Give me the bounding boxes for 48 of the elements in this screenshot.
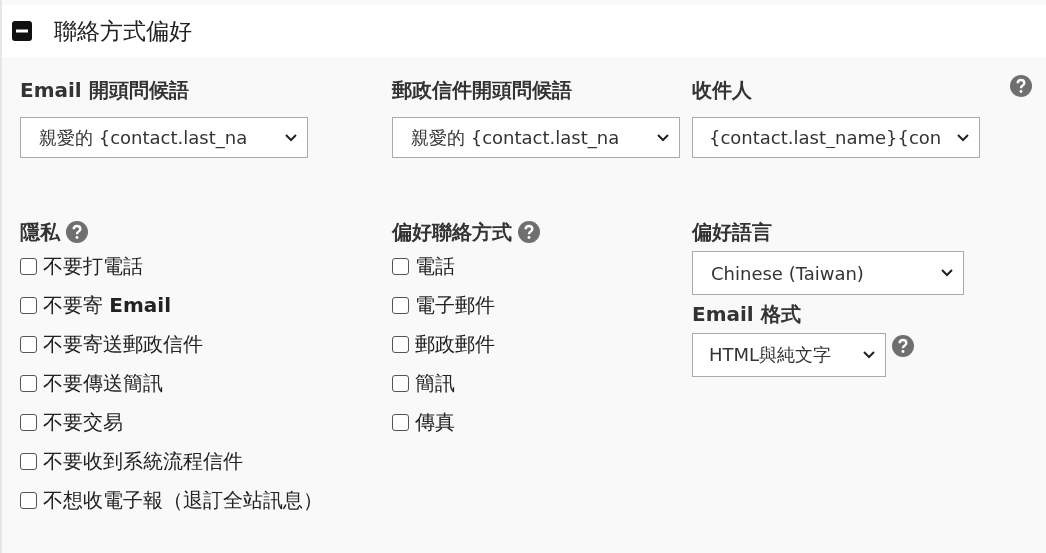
checkbox[interactable] <box>392 375 409 392</box>
field-label: Email 開頭問候語 <box>20 77 190 104</box>
dropdown[interactable]: HTML與純文字 <box>692 333 886 377</box>
checkbox[interactable] <box>392 336 409 353</box>
checkbox[interactable] <box>20 336 37 353</box>
help-icon[interactable] <box>892 335 914 357</box>
field-label: 偏好聯絡方式 <box>392 219 512 246</box>
field-label: Email 格式 <box>692 301 802 328</box>
checkbox-label: 不要交易 <box>43 409 123 436</box>
chevron-down-icon <box>657 133 669 142</box>
checkbox-label: 傳真 <box>415 409 455 436</box>
chevron-down-icon <box>863 351 875 359</box>
checkbox-label: 不要傳送簡訊 <box>43 370 163 397</box>
checkbox-label: 不要寄 Email <box>43 292 172 319</box>
field-label: 偏好語言 <box>692 219 773 246</box>
field-label: 隱私 <box>20 219 60 246</box>
field-label: 郵政信件開頭問候語 <box>392 77 573 104</box>
checkbox-label: 電話 <box>415 253 455 280</box>
checkbox[interactable] <box>392 258 409 275</box>
checkbox[interactable] <box>20 375 37 392</box>
section-header[interactable]: 聯絡方式偏好 <box>2 5 1046 57</box>
checkbox[interactable] <box>20 414 37 431</box>
checkbox-label: 不要收到系統流程信件 <box>43 448 243 475</box>
checkbox[interactable] <box>392 414 409 431</box>
chevron-down-icon <box>941 269 953 277</box>
checkbox[interactable] <box>392 297 409 314</box>
section-title: 聯絡方式偏好 <box>54 16 192 46</box>
checkbox-label: 不要寄送郵政信件 <box>43 331 203 358</box>
dropdown[interactable]: 親愛的 {contact.last_na <box>392 117 680 158</box>
checkbox[interactable] <box>20 297 37 314</box>
dropdown[interactable]: {contact.last_name}{con <box>692 117 980 158</box>
dropdown[interactable]: Chinese (Taiwan) <box>692 251 964 295</box>
dropdown[interactable]: 親愛的 {contact.last_na <box>20 117 308 158</box>
checkbox-label: 郵政郵件 <box>415 331 495 358</box>
checkbox-label: 不想收電子報（退訂全站訊息） <box>43 487 323 514</box>
help-icon[interactable] <box>518 221 540 243</box>
checkbox[interactable] <box>20 492 37 509</box>
chevron-down-icon <box>957 133 969 142</box>
help-icon[interactable] <box>1010 75 1032 97</box>
checkbox-label: 簡訊 <box>415 370 455 397</box>
collapse-icon[interactable] <box>12 21 32 41</box>
checkbox-label: 電子郵件 <box>415 292 495 319</box>
help-icon[interactable] <box>66 221 88 243</box>
chevron-down-icon <box>285 133 297 142</box>
checkbox[interactable] <box>20 453 37 470</box>
field-label: 收件人 <box>692 77 753 104</box>
checkbox[interactable] <box>20 258 37 275</box>
checkbox-label: 不要打電話 <box>43 253 143 280</box>
